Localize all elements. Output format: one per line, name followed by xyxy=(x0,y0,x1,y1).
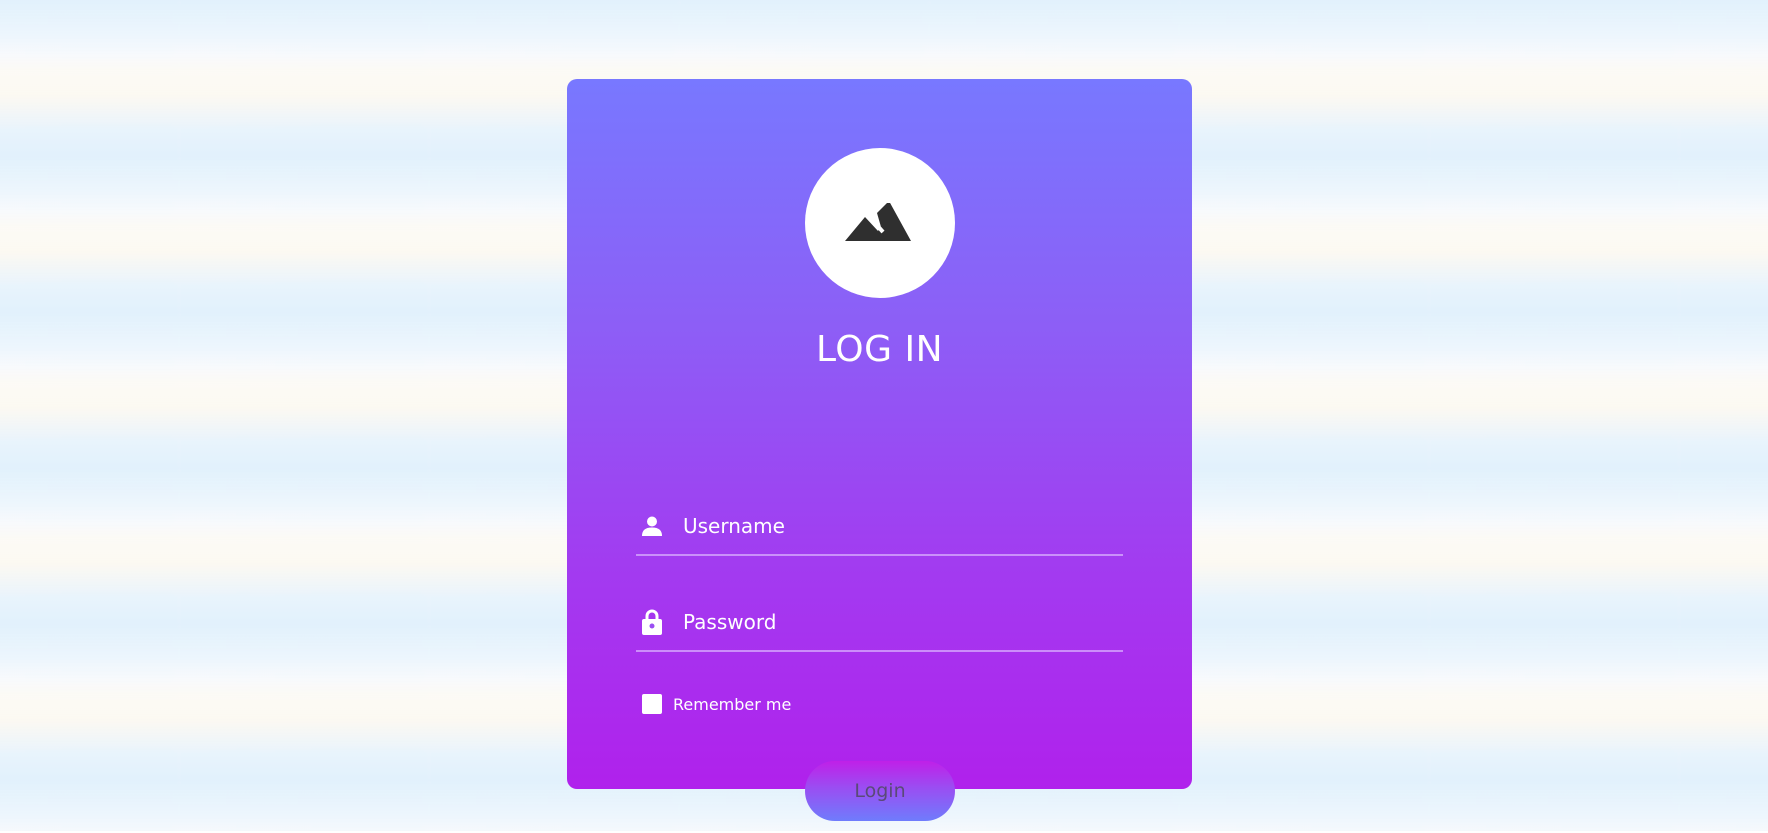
lock-icon xyxy=(641,609,663,635)
password-input[interactable] xyxy=(683,607,1123,637)
username-field xyxy=(636,498,1123,556)
remember-me-label: Remember me xyxy=(673,694,792,714)
logo-avatar xyxy=(805,148,955,298)
remember-me-option[interactable]: Remember me xyxy=(642,694,791,714)
login-button[interactable]: Login xyxy=(805,761,955,821)
user-icon xyxy=(641,513,663,539)
mountain-icon xyxy=(845,203,915,243)
login-card: LOG IN Remember me Login xyxy=(567,79,1192,821)
page-background: { "login": { "title": "LOG IN", "logo_ic… xyxy=(0,0,1768,833)
remember-me-checkbox[interactable] xyxy=(642,694,662,714)
page-title: LOG IN xyxy=(816,329,943,370)
username-input[interactable] xyxy=(683,511,1123,541)
password-field xyxy=(636,594,1123,652)
